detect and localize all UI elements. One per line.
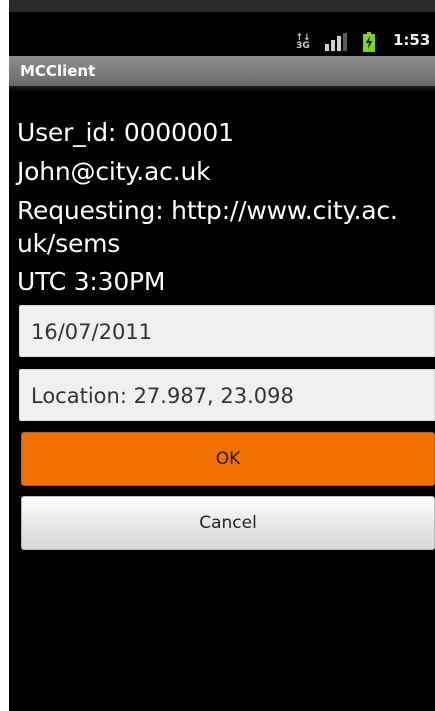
date-field-value: 16/07/2011 — [31, 320, 153, 344]
phone-screen: ↑↓ 3G 1:53 MCClient User_id: 0000001 Joh… — [9, 0, 435, 711]
location-field[interactable]: Location: 27.987, 23.098 — [19, 369, 435, 421]
signal-strength-icon — [323, 30, 349, 54]
network-type-label: 3G — [296, 41, 310, 51]
email-text: John@city.ac.uk — [17, 157, 211, 186]
date-field[interactable]: 16/07/2011 — [19, 305, 435, 357]
cancel-button[interactable]: Cancel — [21, 496, 435, 550]
user-id-text: User_id: 0000001 — [17, 118, 234, 147]
status-bar: ↑↓ 3G 1:53 — [9, 12, 435, 62]
ok-button[interactable]: OK — [21, 432, 435, 486]
request-url-line2: uk/sems — [17, 229, 121, 258]
app-title: MCClient — [20, 62, 96, 80]
status-clock: 1:53 — [393, 31, 431, 49]
3g-data-icon: ↑↓ 3G — [295, 30, 311, 54]
top-strip — [9, 0, 435, 12]
location-field-value: Location: 27.987, 23.098 — [31, 384, 294, 408]
request-url-line1: Requesting: http://www.city.ac. — [17, 196, 398, 225]
battery-charging-icon — [361, 30, 377, 54]
app-title-bar: MCClient — [9, 56, 435, 86]
utc-time-text: UTC 3:30PM — [17, 267, 166, 296]
title-bar-shadow — [9, 86, 435, 92]
